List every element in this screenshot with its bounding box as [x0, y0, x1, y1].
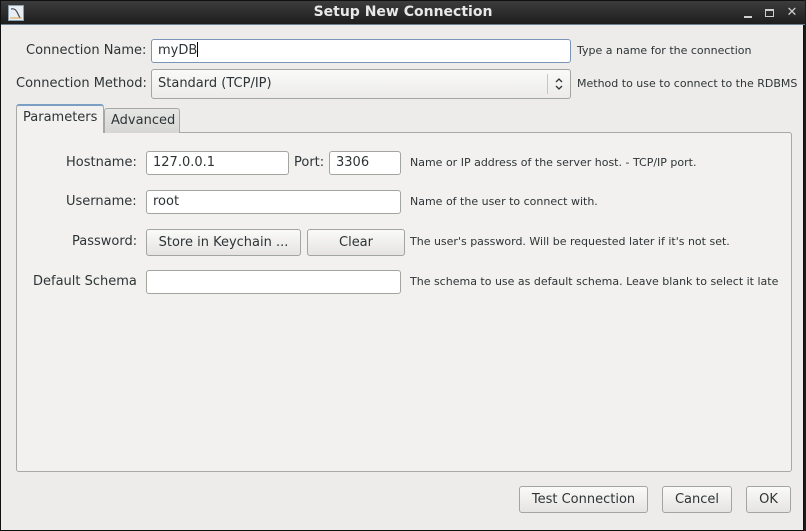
connection-method-select[interactable]: Standard (TCP/IP) [151, 69, 571, 99]
close-button[interactable]: ✕ [783, 4, 801, 22]
window-title: Setup New Connection [313, 4, 493, 20]
title-bar[interactable]: Setup New Connection ✕ [1, 1, 805, 25]
connection-method-value: Standard (TCP/IP) [158, 76, 272, 91]
parameters-panel: Hostname: 127.0.0.1 Port: 3306 Name or I… [16, 132, 792, 472]
connection-name-hint: Type a name for the connection [577, 44, 752, 57]
minimize-icon [744, 16, 752, 18]
cancel-button[interactable]: Cancel [662, 486, 732, 513]
connection-name-value: myDB [158, 43, 198, 58]
connection-method-hint: Method to use to connect to the RDBMS [577, 77, 798, 90]
setup-connection-dialog: Setup New Connection ✕ Connection Name: … [0, 0, 805, 531]
hostname-hint: Name or IP address of the server host. -… [410, 156, 697, 169]
username-hint: Name of the user to connect with. [410, 195, 598, 208]
password-hint: The user's password. Will be requested l… [410, 235, 730, 248]
text-caret [197, 42, 199, 57]
tab-advanced[interactable]: Advanced [104, 108, 180, 133]
clear-password-button[interactable]: Clear [307, 229, 405, 256]
username-input[interactable]: root [146, 190, 401, 214]
updown-chevron-icon [555, 78, 563, 90]
port-input[interactable]: 3306 [329, 151, 401, 175]
close-icon: ✕ [786, 5, 798, 20]
connection-name-label: Connection Name: [26, 43, 147, 58]
connection-name-input[interactable]: myDB [151, 39, 571, 63]
default-schema-input[interactable] [146, 270, 401, 294]
hostname-label: Hostname: [66, 155, 137, 170]
default-schema-hint: The schema to use as default schema. Lea… [410, 275, 779, 288]
ok-button[interactable]: OK [746, 486, 791, 513]
combo-separator [547, 74, 548, 94]
port-label: Port: [294, 155, 325, 170]
hostname-input[interactable]: 127.0.0.1 [146, 151, 289, 175]
username-label: Username: [66, 194, 137, 209]
maximize-button[interactable] [761, 4, 779, 22]
password-label: Password: [72, 234, 138, 249]
minimize-button[interactable] [739, 4, 757, 22]
maximize-icon [765, 9, 774, 17]
connection-method-label: Connection Method: [16, 76, 147, 91]
tab-parameters[interactable]: Parameters [16, 104, 104, 133]
test-connection-button[interactable]: Test Connection [519, 486, 648, 513]
default-schema-label: Default Schema [33, 274, 137, 289]
store-in-keychain-button[interactable]: Store in Keychain ... [146, 229, 301, 256]
